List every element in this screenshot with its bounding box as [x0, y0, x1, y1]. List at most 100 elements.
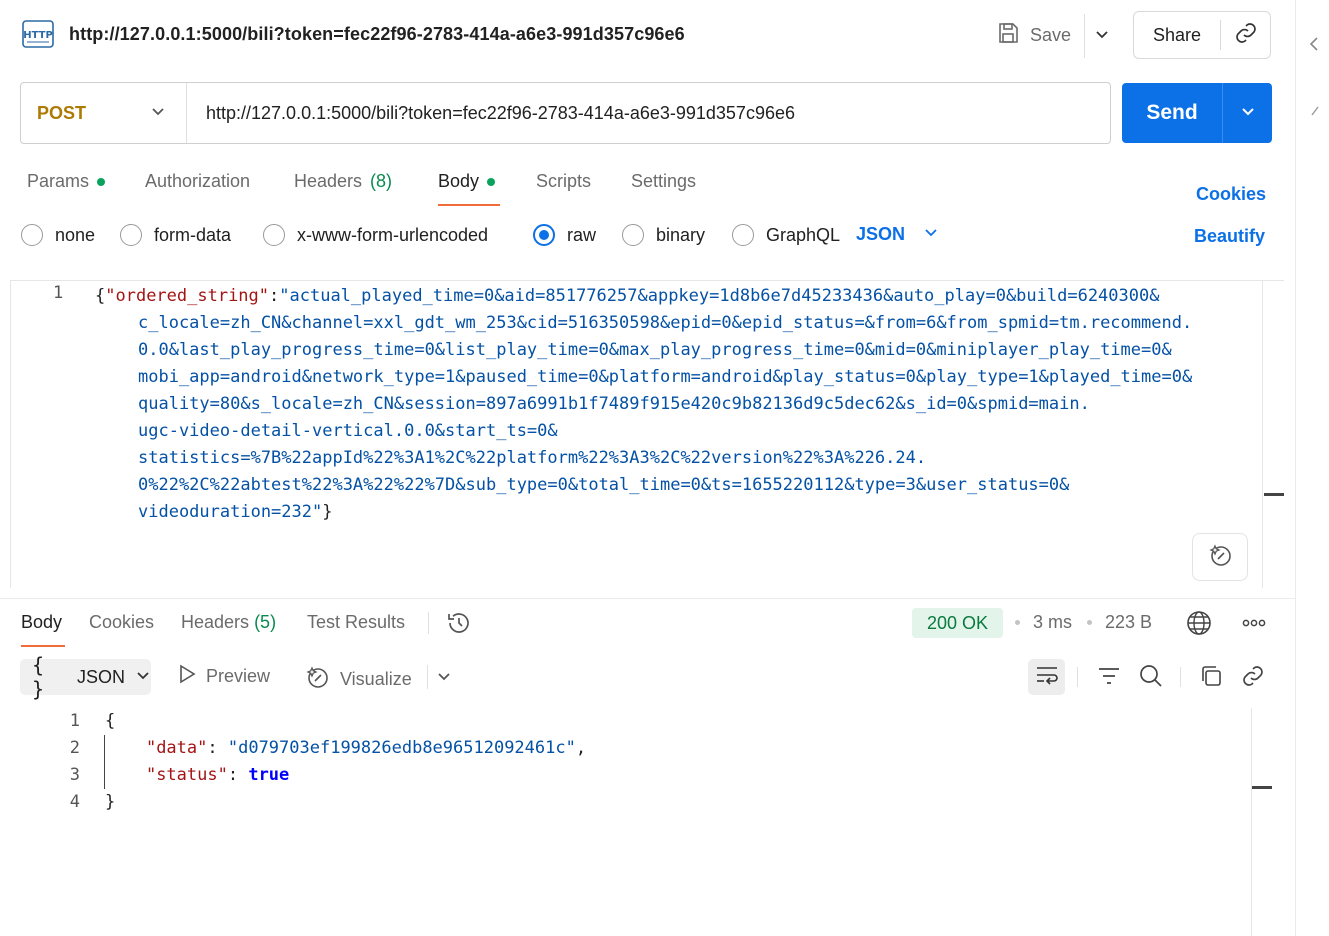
- tab-separator: [428, 612, 429, 634]
- wrap-lines-button[interactable]: [1028, 659, 1065, 695]
- preview-button[interactable]: Preview: [178, 664, 270, 689]
- radio-form-data[interactable]: [120, 224, 142, 246]
- radio-graphql-label: GraphQL: [766, 224, 841, 245]
- link-icon[interactable]: [1241, 664, 1265, 693]
- visualize-button[interactable]: Visualize: [304, 664, 412, 695]
- headers-count: (8): [370, 171, 393, 191]
- response-tab-cookies[interactable]: Cookies: [89, 612, 154, 633]
- body-language-select[interactable]: JSON: [856, 224, 939, 245]
- params-indicator-dot: [97, 177, 106, 186]
- request-body-code[interactable]: {"ordered_string":"actual_played_time=0&…: [95, 283, 1260, 526]
- right-side-rail: [1295, 0, 1329, 936]
- save-label: Save: [1030, 24, 1072, 45]
- response-format-select[interactable]: { } JSON: [20, 653, 151, 701]
- chevron-down-icon: [1240, 103, 1256, 124]
- copy-icon[interactable]: [1199, 664, 1223, 693]
- body-type-graphql[interactable]: GraphQL: [732, 224, 840, 246]
- body-type-none[interactable]: none: [21, 224, 95, 246]
- response-time[interactable]: 3 ms: [1033, 612, 1072, 633]
- history-icon[interactable]: [446, 610, 472, 641]
- method-select[interactable]: POST: [21, 83, 187, 143]
- radio-binary[interactable]: [622, 224, 644, 246]
- response-size[interactable]: 223 B: [1105, 612, 1152, 633]
- response-scrollbar-thumb[interactable]: [1252, 786, 1272, 789]
- radio-raw-label: raw: [567, 224, 597, 245]
- tab-headers[interactable]: Headers (8): [294, 171, 392, 192]
- search-icon[interactable]: [1139, 664, 1163, 693]
- tab-settings[interactable]: Settings: [631, 171, 696, 192]
- filter-icon[interactable]: [1097, 664, 1121, 693]
- radio-graphql[interactable]: [732, 224, 754, 246]
- json-value: "d079703ef199826edb8e96512092461c": [227, 738, 576, 758]
- body-type-binary[interactable]: binary: [622, 224, 705, 246]
- response-divider[interactable]: [0, 598, 1295, 599]
- tab-body[interactable]: Body: [438, 171, 496, 192]
- response-tab-test-results[interactable]: Test Results: [307, 612, 405, 633]
- beautify-link[interactable]: Beautify: [1194, 226, 1265, 247]
- save-button[interactable]: Save: [996, 20, 1071, 50]
- radio-form-data-label: form-data: [154, 224, 232, 245]
- chevron-down-icon: [1094, 26, 1110, 47]
- json-key: "data": [145, 738, 208, 758]
- svg-text:HTTP: HTTP: [23, 30, 53, 41]
- tab-headers-label: Headers: [294, 171, 363, 191]
- json-value-line: c_locale=zh_CN&channel=xxl_gdt_wm_253&ci…: [138, 313, 1193, 333]
- send-button[interactable]: Send: [1122, 101, 1222, 125]
- share-button[interactable]: Share: [1134, 25, 1220, 46]
- tab-params[interactable]: Params: [27, 171, 106, 192]
- request-title[interactable]: http://127.0.0.1:5000/bili?token=fec22f9…: [69, 24, 685, 45]
- body-type-form-data[interactable]: form-data: [120, 224, 231, 246]
- ai-assist-button[interactable]: [1192, 533, 1248, 581]
- response-scrollbar-track: [1251, 708, 1252, 936]
- json-value-line: 0.0&last_play_progress_time=0&list_play_…: [138, 340, 1172, 360]
- chevron-down-icon: [923, 224, 939, 245]
- sparkle-icon: [1207, 542, 1233, 573]
- line-number: 4: [69, 792, 80, 812]
- chevron-down-icon[interactable]: [436, 668, 452, 689]
- send-options-button[interactable]: [1222, 83, 1272, 143]
- json-value: true: [248, 765, 290, 785]
- radio-none[interactable]: [21, 224, 43, 246]
- radio-raw[interactable]: [533, 224, 555, 246]
- status-badge[interactable]: 200 OK: [912, 608, 1003, 638]
- pin-icon[interactable]: [1310, 104, 1320, 122]
- body-type-urlencoded[interactable]: x-www-form-urlencoded: [263, 224, 488, 246]
- chevron-down-icon: [135, 667, 151, 688]
- meta-separator: [1015, 620, 1020, 625]
- chevron-left-icon[interactable]: [1308, 36, 1320, 57]
- body-type-raw[interactable]: raw: [533, 224, 596, 246]
- radio-none-label: none: [55, 224, 96, 245]
- response-tab-headers-label: Headers: [181, 612, 250, 632]
- toolbar-separator: [1077, 667, 1078, 687]
- copy-link-button[interactable]: [1220, 20, 1270, 50]
- visualize-label: Visualize: [340, 669, 412, 689]
- tab-body-label: Body: [438, 171, 480, 191]
- json-key: "status": [145, 765, 228, 785]
- more-options-icon[interactable]: [1242, 614, 1266, 637]
- tab-authorization[interactable]: Authorization: [145, 171, 250, 192]
- editor-scrollbar-thumb[interactable]: [1264, 493, 1284, 496]
- toolbar-separator: [1180, 667, 1181, 687]
- send-button-group: Send: [1122, 83, 1272, 143]
- cookies-link[interactable]: Cookies: [1196, 184, 1266, 205]
- response-tab-body[interactable]: Body: [21, 612, 62, 633]
- globe-icon[interactable]: [1186, 610, 1212, 641]
- wrap-lines-icon: [1034, 664, 1060, 691]
- play-icon: [178, 664, 196, 689]
- tab-scripts[interactable]: Scripts: [536, 171, 591, 192]
- response-tab-headers[interactable]: Headers (5): [181, 612, 276, 633]
- chevron-down-icon: [150, 103, 166, 124]
- json-value-line: videoduration=232": [138, 502, 323, 522]
- response-active-tab-indicator: [21, 645, 65, 647]
- response-body-code[interactable]: { "data": "d079703ef199826edb8e965120924…: [105, 708, 586, 816]
- radio-urlencoded[interactable]: [263, 224, 285, 246]
- json-value-line: 0%22%2C%22abtest%22%3A%22%22%7D&sub_type…: [138, 475, 1070, 495]
- line-number: 2: [69, 738, 80, 758]
- tab-settings-label: Settings: [631, 171, 697, 191]
- body-indicator-dot: [487, 177, 496, 186]
- url-input[interactable]: http://127.0.0.1:5000/bili?token=fec22f9…: [206, 103, 795, 124]
- save-options-button[interactable]: [1084, 14, 1118, 58]
- link-icon: [1234, 21, 1258, 50]
- meta-separator: [1087, 620, 1092, 625]
- response-headers-count: (5): [254, 612, 277, 632]
